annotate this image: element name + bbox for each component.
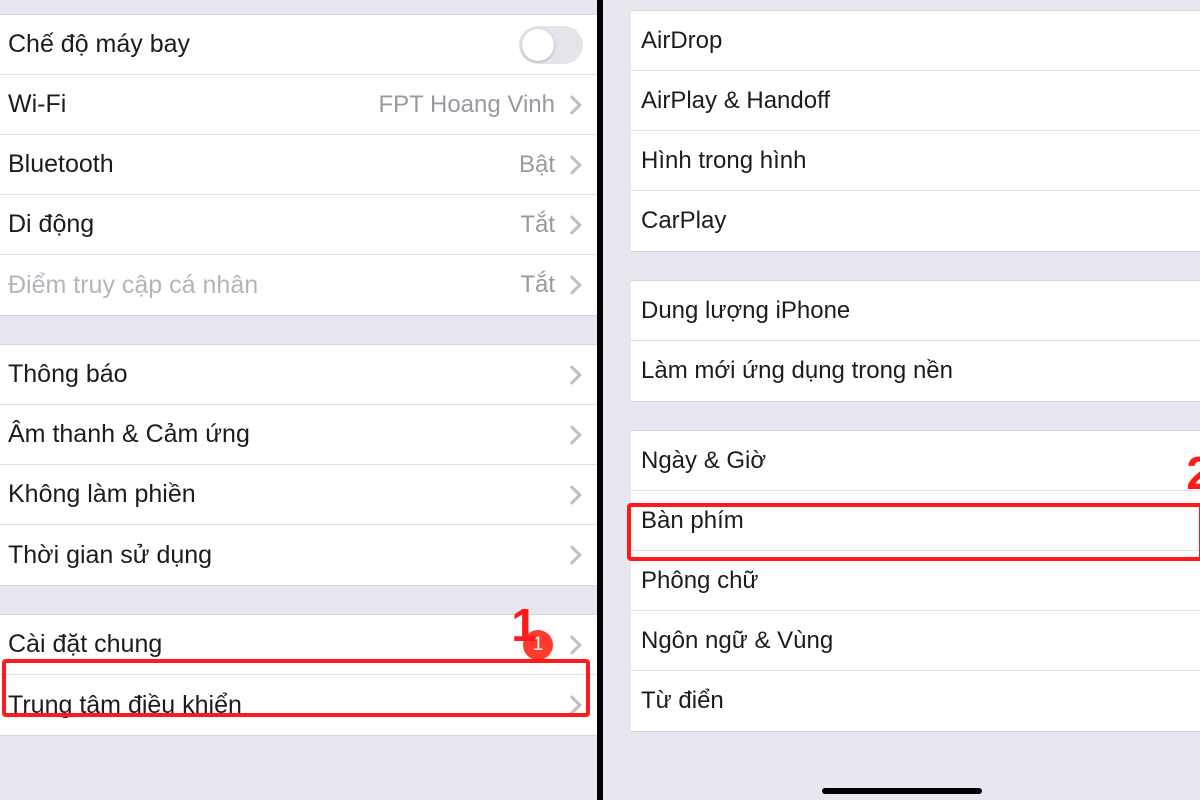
- settings-group-network: Chế độ máy bay Wi-Fi FPT Hoang Vinh Blue…: [0, 14, 597, 316]
- row-label: Làm mới ứng dụng trong nền: [641, 357, 1186, 385]
- row-label: Không làm phiền: [8, 480, 565, 509]
- general-settings-panel: AirDrop AirPlay & Handoff Hình trong hìn…: [603, 0, 1200, 800]
- row-general[interactable]: Cài đặt chung 1: [0, 615, 597, 675]
- chevron-right-icon: [562, 275, 582, 295]
- row-keyboard[interactable]: Bàn phím: [631, 491, 1200, 551]
- row-notifications[interactable]: Thông báo: [0, 345, 597, 405]
- row-label: Ngôn ngữ & Vùng: [641, 627, 1186, 655]
- chevron-right-icon: [562, 365, 582, 385]
- row-label: Trung tâm điều khiển: [8, 691, 565, 720]
- row-cellular[interactable]: Di động Tắt: [0, 195, 597, 255]
- row-background-refresh[interactable]: Làm mới ứng dụng trong nền: [631, 341, 1200, 401]
- row-iphone-storage[interactable]: Dung lượng iPhone: [631, 281, 1200, 341]
- general-group-1: AirDrop AirPlay & Handoff Hình trong hìn…: [631, 10, 1200, 252]
- row-carplay[interactable]: CarPlay: [631, 191, 1200, 251]
- row-label: Âm thanh & Cảm ứng: [8, 420, 565, 449]
- row-label: AirPlay & Handoff: [641, 87, 1186, 115]
- row-sounds[interactable]: Âm thanh & Cảm ứng: [0, 405, 597, 465]
- row-wifi[interactable]: Wi-Fi FPT Hoang Vinh: [0, 75, 597, 135]
- row-airplay-handoff[interactable]: AirPlay & Handoff: [631, 71, 1200, 131]
- chevron-right-icon: [562, 485, 582, 505]
- row-bluetooth[interactable]: Bluetooth Bật: [0, 135, 597, 195]
- row-label: Phông chữ: [641, 567, 1186, 595]
- row-label: Ngày & Giờ: [641, 447, 1186, 475]
- row-language-region[interactable]: Ngôn ngữ & Vùng: [631, 611, 1200, 671]
- row-label: Wi-Fi: [8, 90, 378, 119]
- chevron-right-icon: [562, 215, 582, 235]
- row-label: Bàn phím: [641, 507, 1186, 535]
- row-label: Thông báo: [8, 360, 565, 389]
- row-airplane-mode[interactable]: Chế độ máy bay: [0, 15, 597, 75]
- toggle-airplane[interactable]: [519, 26, 583, 64]
- row-label: CarPlay: [641, 207, 1186, 235]
- chevron-right-icon: [562, 95, 582, 115]
- row-label: Từ điển: [641, 687, 1186, 715]
- settings-group-notifications: Thông báo Âm thanh & Cảm ứng Không làm p…: [0, 344, 597, 586]
- row-value: FPT Hoang Vinh: [378, 91, 555, 119]
- row-label: Chế độ máy bay: [8, 30, 519, 59]
- row-label: Bluetooth: [8, 150, 519, 179]
- row-dictionary[interactable]: Từ điển: [631, 671, 1200, 731]
- chevron-right-icon: [562, 425, 582, 445]
- row-hotspot: Điểm truy cập cá nhân Tắt: [0, 255, 597, 315]
- row-label: Cài đặt chung: [8, 630, 523, 659]
- row-label: Hình trong hình: [641, 147, 1186, 175]
- general-group-2: Dung lượng iPhone Làm mới ứng dụng trong…: [631, 280, 1200, 402]
- row-label: Thời gian sử dụng: [8, 541, 565, 570]
- row-label: AirDrop: [641, 27, 1186, 55]
- row-control-center[interactable]: Trung tâm điều khiển: [0, 675, 597, 735]
- row-label: Điểm truy cập cá nhân: [8, 271, 520, 300]
- home-indicator: [822, 788, 982, 794]
- general-group-3: Ngày & Giờ Bàn phím Phông chữ Ngôn ngữ &…: [631, 430, 1200, 732]
- row-date-time[interactable]: Ngày & Giờ: [631, 431, 1200, 491]
- row-label: Di động: [8, 210, 520, 239]
- settings-main-panel: Chế độ máy bay Wi-Fi FPT Hoang Vinh Blue…: [0, 0, 603, 800]
- row-value: Tắt: [520, 211, 555, 239]
- notification-badge: 1: [523, 630, 553, 660]
- chevron-right-icon: [562, 155, 582, 175]
- row-pip[interactable]: Hình trong hình: [631, 131, 1200, 191]
- row-airdrop[interactable]: AirDrop: [631, 11, 1200, 71]
- chevron-right-icon: [562, 695, 582, 715]
- row-fonts[interactable]: Phông chữ: [631, 551, 1200, 611]
- row-screentime[interactable]: Thời gian sử dụng: [0, 525, 597, 585]
- chevron-right-icon: [562, 635, 582, 655]
- row-label: Dung lượng iPhone: [641, 297, 1186, 325]
- chevron-right-icon: [562, 545, 582, 565]
- row-value: Bật: [519, 151, 555, 179]
- settings-group-general: Cài đặt chung 1 Trung tâm điều khiển: [0, 614, 597, 736]
- row-value: Tắt: [520, 271, 555, 299]
- row-dnd[interactable]: Không làm phiền: [0, 465, 597, 525]
